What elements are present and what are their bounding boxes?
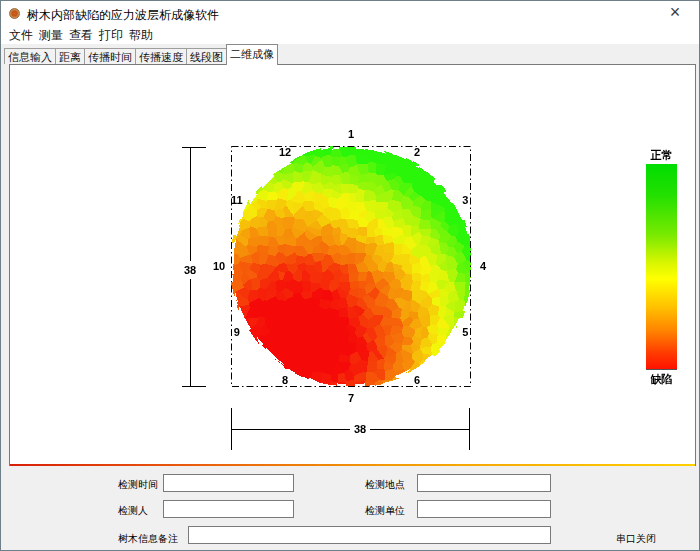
- sensor-label-10: 10: [213, 260, 225, 272]
- label-detect-time: 检测时间: [118, 478, 158, 492]
- input-detect-time[interactable]: [163, 474, 294, 492]
- close-button[interactable]: ×: [666, 2, 684, 23]
- legend-colorbar: [646, 164, 677, 370]
- input-detect-unit[interactable]: [417, 500, 551, 518]
- app-window: { "window": { "title": "树木内部缺陷的应力波层析成像软件…: [0, 0, 700, 551]
- input-tree-notes[interactable]: [188, 526, 551, 544]
- label-tree-notes: 树木信息备注: [118, 532, 178, 546]
- input-detect-person[interactable]: [163, 500, 294, 518]
- tab-bar: 信息输入距离传播时间传播速度线段图二维成像: [4, 44, 277, 65]
- label-detect-person: 检测人: [118, 504, 148, 518]
- tab-4[interactable]: 传播速度: [135, 48, 187, 64]
- tab-5[interactable]: 线段图: [186, 48, 227, 64]
- vertical-dimension-line: [182, 147, 206, 387]
- window-title: 树木内部缺陷的应力波层析成像软件: [27, 7, 219, 24]
- sensor-label-4: 4: [480, 260, 487, 272]
- tab-1[interactable]: 信息输入: [4, 48, 56, 64]
- menu-bar: 文件测量查看打印帮助: [1, 25, 699, 44]
- sensor-label-7: 7: [348, 392, 354, 404]
- panel-bottom-gradient: [10, 464, 695, 466]
- tab-2[interactable]: 距离: [55, 48, 85, 64]
- sensor-label-1: 1: [348, 128, 354, 140]
- legend-normal-label: 正常: [640, 148, 683, 163]
- legend-defect-label: 缺陷: [640, 372, 683, 387]
- menu-item-3[interactable]: 查看: [67, 25, 95, 46]
- menu-item-4[interactable]: 打印: [97, 25, 125, 46]
- input-detect-place[interactable]: [417, 474, 551, 492]
- menu-item-2[interactable]: 测量: [37, 25, 65, 46]
- menu-item-5[interactable]: 帮助: [127, 25, 155, 46]
- app-icon: [9, 8, 20, 19]
- tab-3[interactable]: 传播时间: [84, 48, 136, 64]
- title-bar: 树木内部缺陷的应力波层析成像软件 ×: [1, 1, 699, 25]
- label-detect-unit: 检测单位: [365, 504, 405, 518]
- tab-6[interactable]: 二维成像: [226, 44, 278, 65]
- horizontal-dimension-line: [231, 408, 470, 450]
- horizontal-dimension-label: 38: [354, 423, 366, 435]
- tomogram-image: [231, 146, 471, 386]
- imaging-panel: 38 38 123456789101112 正常 缺陷: [9, 64, 696, 466]
- vertical-dimension-label: 38: [184, 264, 196, 276]
- serial-port-status: 串口关闭: [616, 532, 656, 546]
- label-detect-place: 检测地点: [365, 478, 405, 492]
- menu-item-1[interactable]: 文件: [7, 25, 35, 46]
